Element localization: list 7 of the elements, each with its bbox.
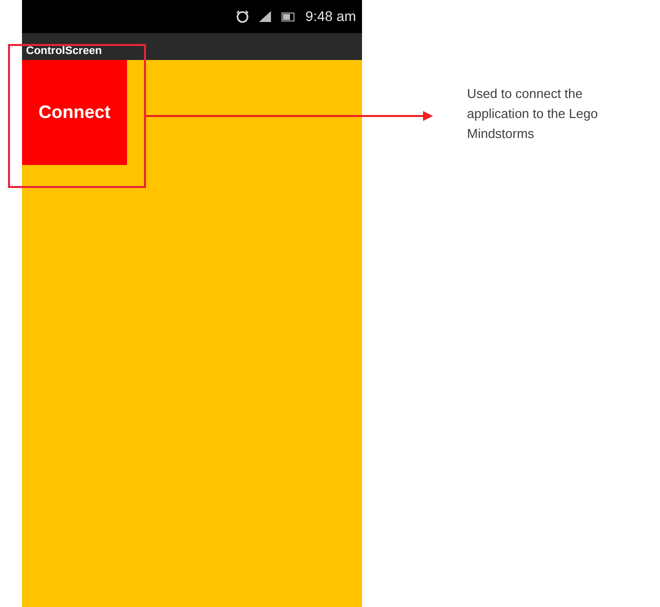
annotation-text: Used to connect the application to the Lego Mindstorms xyxy=(467,85,599,143)
app-title: ControlScreen xyxy=(26,44,102,58)
alarm-clock-icon xyxy=(236,10,250,23)
signal-icon xyxy=(259,11,272,22)
battery-icon xyxy=(281,12,296,22)
status-time: 9:48 am xyxy=(305,7,356,26)
connect-button[interactable]: Connect xyxy=(22,60,127,165)
